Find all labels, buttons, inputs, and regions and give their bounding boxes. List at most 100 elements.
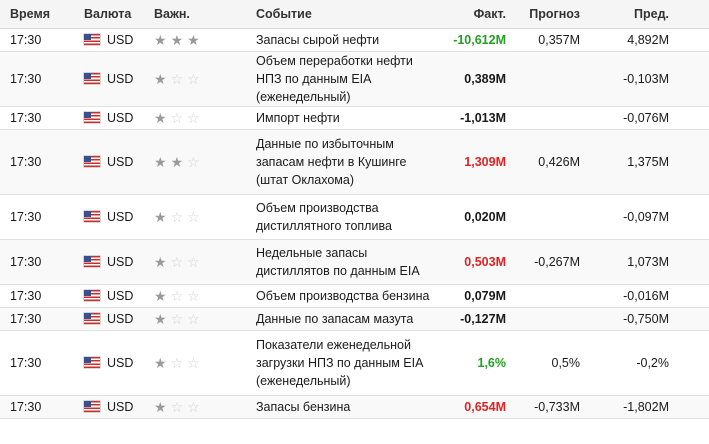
table-row[interactable]: 17:30 USD ★ ★ ★ Запасы сырой нефти -10,612M 0,3… (0, 28, 709, 52)
event-link[interactable]: Запасы сырой нефти (244, 28, 444, 52)
time-cell: 17:30 (0, 395, 72, 419)
table-header: Время Валюта Важн. Событие Факт. Прогноз… (0, 0, 709, 29)
importance-cell: ★ ★ ☆ (142, 129, 244, 195)
us-flag-icon (84, 34, 100, 45)
table-row[interactable]: 17:30 USD ★ ☆ ☆ Объем переработки нефти НПЗ п… (0, 51, 709, 107)
event-link[interactable]: Объем производства дистиллятного топлива (244, 194, 444, 240)
table-row[interactable]: 17:30 USD ★ ☆ ☆ Запасы бензина 0,654M -0,733M -1… (0, 395, 709, 419)
previous-value: -0,097M (590, 194, 709, 240)
star-filled-icon: ★ (154, 354, 167, 371)
currency-cell: USD (72, 330, 142, 396)
forecast-value: 0,5% (522, 330, 590, 396)
star-empty-icon: ☆ (170, 287, 184, 304)
actual-value: 0,389M (444, 51, 522, 107)
importance-cell: ★ ☆ ☆ (142, 239, 244, 285)
currency-code: USD (107, 210, 134, 224)
previous-value: 1,073M (590, 239, 709, 285)
previous-value: 4,892M (590, 28, 709, 52)
forecast-value (522, 284, 590, 308)
time-cell: 17:30 (0, 307, 72, 331)
actual-value: 0,503M (444, 239, 522, 285)
star-empty-icon: ☆ (170, 310, 184, 327)
event-link[interactable]: Объем переработки нефти НПЗ по данным EI… (244, 51, 444, 107)
economic-calendar-table: Время Валюта Важн. Событие Факт. Прогноз… (0, 0, 709, 419)
forecast-value (522, 51, 590, 107)
star-empty-icon: ☆ (170, 208, 184, 225)
importance-cell: ★ ☆ ☆ (142, 284, 244, 308)
column-header-importance[interactable]: Важн. (142, 0, 244, 29)
event-link[interactable]: Данные по избыточным запасам нефти в Куш… (244, 129, 444, 195)
table-row[interactable]: 17:30 USD ★ ☆ ☆ Импорт нефти -1,013M -0,076M (0, 106, 709, 130)
table-row[interactable]: 17:30 USD ★ ★ ☆ Данные по избыточным запасам … (0, 129, 709, 195)
star-empty-icon: ☆ (187, 354, 200, 371)
star-empty-icon: ☆ (187, 310, 200, 327)
us-flag-icon (84, 73, 100, 84)
currency-code: USD (107, 155, 134, 169)
previous-value: -0,103M (590, 51, 709, 107)
event-link[interactable]: Показатели еженедельной загрузки НПЗ по … (244, 330, 444, 396)
star-empty-icon: ☆ (170, 253, 184, 270)
table-row[interactable]: 17:30 USD ★ ☆ ☆ Недельные запасы дистиллятов … (0, 239, 709, 285)
actual-value: -10,612M (444, 28, 522, 52)
currency-cell: USD (72, 129, 142, 195)
currency-code: USD (107, 356, 134, 370)
currency-cell: USD (72, 28, 142, 52)
importance-cell: ★ ☆ ☆ (142, 194, 244, 240)
previous-value: 1,375M (590, 129, 709, 195)
star-empty-icon: ☆ (170, 398, 184, 415)
currency-code: USD (107, 255, 134, 269)
forecast-value (522, 106, 590, 130)
forecast-value: -0,267M (522, 239, 590, 285)
importance-cell: ★ ★ ★ (142, 28, 244, 52)
us-flag-icon (84, 313, 100, 324)
event-link[interactable]: Запасы бензина (244, 395, 444, 419)
actual-value: 0,020M (444, 194, 522, 240)
previous-value: -0,076M (590, 106, 709, 130)
table-row[interactable]: 17:30 USD ★ ☆ ☆ Данные по запасам мазута -0,12… (0, 307, 709, 331)
star-empty-icon: ☆ (187, 208, 200, 225)
event-link[interactable]: Недельные запасы дистиллятов по данным E… (244, 239, 444, 285)
table-row[interactable]: 17:30 USD ★ ☆ ☆ Объем производства дистиллятн… (0, 194, 709, 240)
importance-cell: ★ ☆ ☆ (142, 395, 244, 419)
currency-cell: USD (72, 239, 142, 285)
currency-cell: USD (72, 106, 142, 130)
importance-cell: ★ ☆ ☆ (142, 106, 244, 130)
star-filled-icon: ★ (170, 31, 184, 48)
star-filled-icon: ★ (154, 287, 167, 304)
us-flag-icon (84, 357, 100, 368)
column-header-currency[interactable]: Валюта (72, 0, 142, 29)
previous-value: -1,802M (590, 395, 709, 419)
time-cell: 17:30 (0, 330, 72, 396)
event-link[interactable]: Импорт нефти (244, 106, 444, 130)
star-filled-icon: ★ (154, 310, 167, 327)
currency-cell: USD (72, 284, 142, 308)
time-cell: 17:30 (0, 51, 72, 107)
time-cell: 17:30 (0, 106, 72, 130)
star-empty-icon: ☆ (187, 70, 200, 87)
forecast-value (522, 307, 590, 331)
currency-code: USD (107, 111, 134, 125)
column-header-event[interactable]: Событие (244, 0, 444, 29)
currency-cell: USD (72, 51, 142, 107)
currency-cell: USD (72, 395, 142, 419)
column-header-previous[interactable]: Пред. (590, 0, 709, 29)
event-link[interactable]: Данные по запасам мазута (244, 307, 444, 331)
column-header-forecast[interactable]: Прогноз (522, 0, 590, 29)
currency-code: USD (107, 289, 134, 303)
currency-code: USD (107, 33, 134, 47)
time-cell: 17:30 (0, 194, 72, 240)
star-empty-icon: ☆ (187, 153, 200, 170)
actual-value: 0,079M (444, 284, 522, 308)
event-link[interactable]: Объем производства бензина (244, 284, 444, 308)
currency-cell: USD (72, 307, 142, 331)
table-row[interactable]: 17:30 USD ★ ☆ ☆ Объем производства бензина 0,0… (0, 284, 709, 308)
star-empty-icon: ☆ (170, 354, 184, 371)
column-header-actual[interactable]: Факт. (444, 0, 522, 29)
time-cell: 17:30 (0, 284, 72, 308)
us-flag-icon (84, 156, 100, 167)
forecast-value: 0,357M (522, 28, 590, 52)
actual-value: -1,013M (444, 106, 522, 130)
column-header-time[interactable]: Время (0, 0, 72, 29)
star-filled-icon: ★ (154, 208, 167, 225)
table-row[interactable]: 17:30 USD ★ ☆ ☆ Показатели еженедельной загру… (0, 330, 709, 396)
